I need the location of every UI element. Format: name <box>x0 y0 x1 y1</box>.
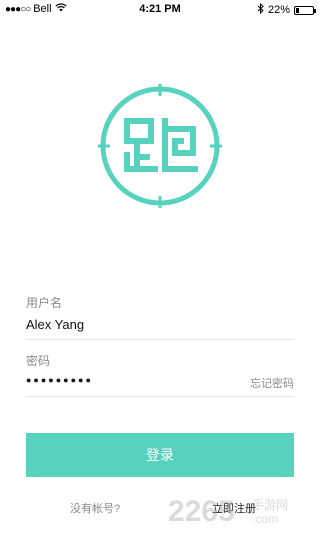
username-label: 用户名 <box>26 296 63 310</box>
battery-percent: 22% <box>267 4 290 16</box>
watermark-domain: .com <box>252 512 278 526</box>
status-bar: ●●●○○ Bell 4:21 PM 22% <box>0 0 320 20</box>
app-logo <box>96 82 224 210</box>
no-account-text: 没有帐号? <box>70 503 121 515</box>
forgot-password-link[interactable]: 忘记密码 <box>250 375 294 391</box>
battery-icon <box>294 5 316 15</box>
watermark-cn: 手游网 <box>252 498 288 512</box>
password-label: 密码 <box>26 354 51 368</box>
pao-logo-icon <box>98 84 222 208</box>
password-input[interactable]: ●●●●●●●●● <box>26 375 93 385</box>
watermark-brand: 2265 <box>168 495 235 528</box>
username-input[interactable]: Alex Yang <box>26 317 84 332</box>
bluetooth-icon <box>257 2 264 17</box>
username-divider <box>26 339 294 340</box>
login-button[interactable]: 登录 <box>26 433 294 477</box>
status-right: 22% <box>257 2 316 17</box>
password-divider <box>26 396 294 397</box>
watermark: 2265 手游网 .com <box>160 483 320 533</box>
